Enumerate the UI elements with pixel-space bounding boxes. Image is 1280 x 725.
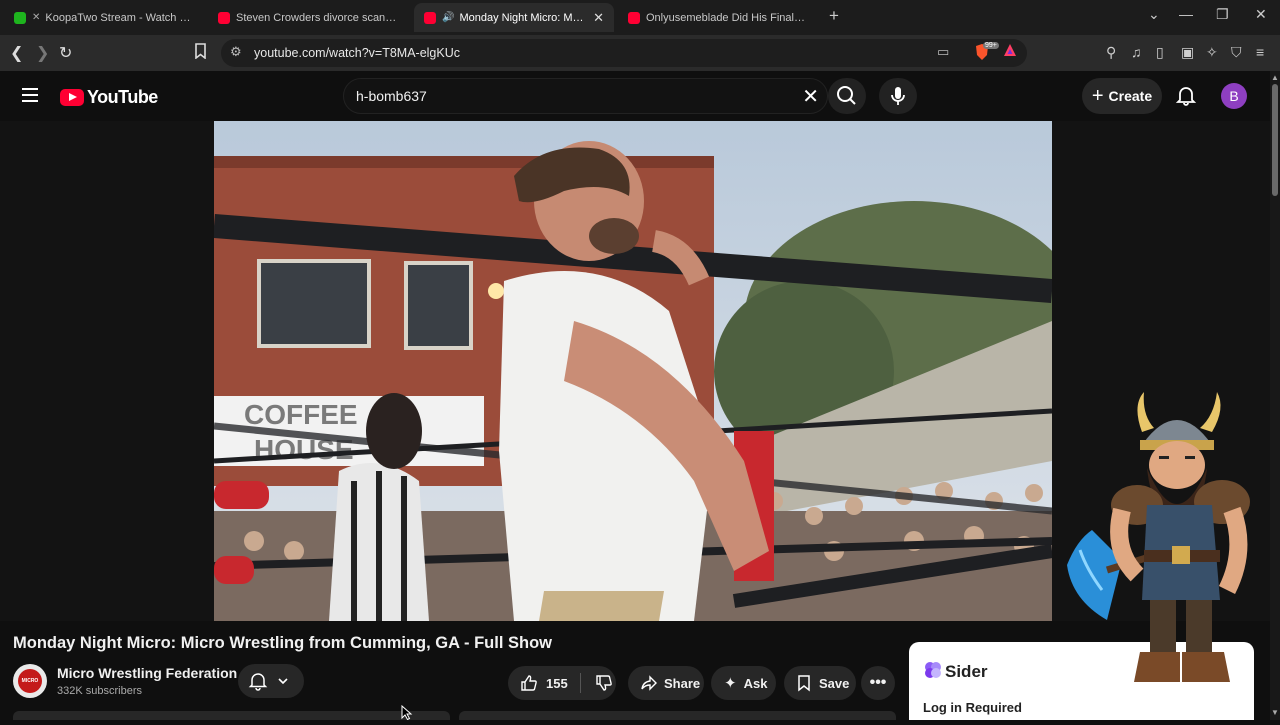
- share-button[interactable]: Share: [628, 666, 704, 700]
- channel-name[interactable]: Micro Wrestling Federation: [57, 665, 237, 681]
- chevron-down-icon: [278, 678, 288, 685]
- microphone-icon: [891, 87, 905, 105]
- shields-count-badge: 99+: [983, 42, 999, 49]
- more-actions-button[interactable]: •••: [861, 666, 895, 700]
- tab-steven-crowder[interactable]: Steven Crowders divorce scandal | RE: [208, 3, 408, 32]
- video-frame: COFFEE HOUSE: [214, 121, 1052, 621]
- save-playlist-icon: [798, 675, 810, 692]
- tab-koopatwo[interactable]: ✕ KoopaTwo Stream - Watch Live o: [4, 3, 202, 32]
- video-player[interactable]: COFFEE HOUSE: [214, 121, 1052, 621]
- video-title: Monday Night Micro: Micro Wrestling from…: [13, 634, 552, 652]
- tab-title: Onlyusemeblade Did His Final Litty S: [646, 11, 808, 24]
- wallet-icon[interactable]: ▣: [1181, 44, 1194, 61]
- search-icon: [837, 86, 856, 105]
- ask-button[interactable]: ✦ Ask: [711, 666, 776, 700]
- youtube-icon: [218, 11, 230, 24]
- like-divider: [579, 673, 581, 693]
- browser-tab-bar: ✕ KoopaTwo Stream - Watch Live o Steven …: [0, 0, 1280, 35]
- tab-search-chevron-icon[interactable]: ⌄: [1148, 6, 1160, 23]
- voice-search-button[interactable]: [879, 78, 917, 114]
- mouse-cursor: [401, 704, 413, 721]
- youtube-icon: [628, 11, 640, 24]
- more-dots-icon: •••: [869, 674, 887, 691]
- sidebar-icon[interactable]: ▯: [1156, 44, 1164, 61]
- media-icon[interactable]: ♫: [1131, 44, 1142, 60]
- new-tab-button[interactable]: +: [829, 6, 839, 26]
- address-bar[interactable]: ⚙ youtube.com/watch?v=T8MA-elgKUc ▭ 99+: [221, 39, 1027, 67]
- create-button[interactable]: + Create: [1082, 78, 1162, 114]
- thumbs-down-icon: [596, 675, 612, 691]
- youtube-logo[interactable]: YouTube: [60, 87, 158, 108]
- vpn-icon[interactable]: ⛉: [1231, 44, 1242, 61]
- cast-icon[interactable]: ▭: [937, 44, 949, 60]
- clear-search-icon[interactable]: ✕: [802, 84, 819, 109]
- channel-avatar-logo: MICRO: [18, 669, 42, 693]
- scroll-down-arrow-icon[interactable]: ▼: [1271, 708, 1279, 717]
- search-input[interactable]: h-bomb637 ✕: [343, 78, 828, 114]
- bell-icon: [248, 673, 268, 691]
- muted-speaker-icon[interactable]: ✕: [32, 12, 40, 23]
- plus-icon: +: [1091, 84, 1104, 107]
- scroll-up-arrow-icon[interactable]: ▲: [1271, 73, 1279, 82]
- scrollbar-thumb[interactable]: [1272, 84, 1278, 196]
- sider-logo-icon: [925, 662, 941, 678]
- speaker-icon[interactable]: 🔊: [442, 12, 454, 23]
- close-tab-icon[interactable]: ✕: [593, 10, 604, 26]
- tab-onlyusemeblade[interactable]: Onlyusemeblade Did His Final Litty S: [618, 3, 818, 32]
- account-avatar[interactable]: B: [1221, 83, 1247, 109]
- channel-avatar[interactable]: MICRO: [13, 664, 47, 698]
- site-settings-icon[interactable]: ⚙: [230, 44, 242, 60]
- viking-mascot-image[interactable]: [1062, 390, 1272, 692]
- back-icon[interactable]: ❮: [10, 43, 23, 63]
- thumbs-up-icon: [521, 675, 537, 691]
- tab-title: Steven Crowders divorce scandal | RE: [236, 11, 398, 24]
- tab-title: Monday Night Micro: Micro W: [459, 11, 585, 24]
- description-box[interactable]: [13, 711, 450, 720]
- youtube-header: YouTube h-bomb637 ✕: [0, 71, 1270, 121]
- save-button[interactable]: Save: [784, 666, 856, 700]
- bookmark-icon[interactable]: [194, 43, 207, 64]
- guide-menu-icon[interactable]: [22, 88, 38, 102]
- like-dislike-group: 155: [508, 666, 616, 700]
- forward-icon[interactable]: ❯: [36, 43, 49, 63]
- dislike-button[interactable]: [595, 674, 613, 692]
- maximize-button[interactable]: ❐: [1216, 6, 1229, 23]
- subscriber-count: 332K subscribers: [57, 685, 142, 697]
- tab-title: KoopaTwo Stream - Watch Live o: [45, 11, 192, 24]
- sparkle-icon: ✦: [724, 675, 737, 692]
- brave-rewards-icon[interactable]: [1003, 43, 1017, 60]
- close-window-button[interactable]: ✕: [1255, 6, 1267, 23]
- share-icon: [641, 675, 657, 691]
- related-chip-bar[interactable]: [459, 711, 896, 720]
- reload-icon[interactable]: ↻: [59, 43, 72, 63]
- sider-title: Sider: [945, 662, 988, 681]
- url-text[interactable]: youtube.com/watch?v=T8MA-elgKUc: [254, 46, 460, 60]
- minimize-button[interactable]: —: [1179, 6, 1193, 22]
- tab-monday-night-micro[interactable]: 🔊 Monday Night Micro: Micro W ✕: [414, 3, 614, 32]
- subscribed-notifications-button[interactable]: [238, 664, 304, 698]
- search-button[interactable]: [828, 78, 866, 114]
- like-button[interactable]: 155: [520, 674, 568, 692]
- kick-icon: [14, 11, 26, 24]
- sign-text-coffee: COFFEE: [244, 399, 358, 430]
- browser-toolbar: ❮ ❯ ↻ ⚙ youtube.com/watch?v=T8MA-elgKUc …: [0, 35, 1280, 71]
- extensions-icon[interactable]: ⚲: [1106, 44, 1116, 61]
- leo-ai-icon[interactable]: ✧: [1206, 44, 1218, 61]
- sider-login-text[interactable]: Log in Required: [923, 700, 1022, 715]
- menu-icon[interactable]: ≡: [1256, 44, 1264, 60]
- notifications-bell-icon[interactable]: [1175, 84, 1197, 106]
- youtube-icon: [424, 11, 436, 24]
- youtube-play-icon: [60, 89, 84, 106]
